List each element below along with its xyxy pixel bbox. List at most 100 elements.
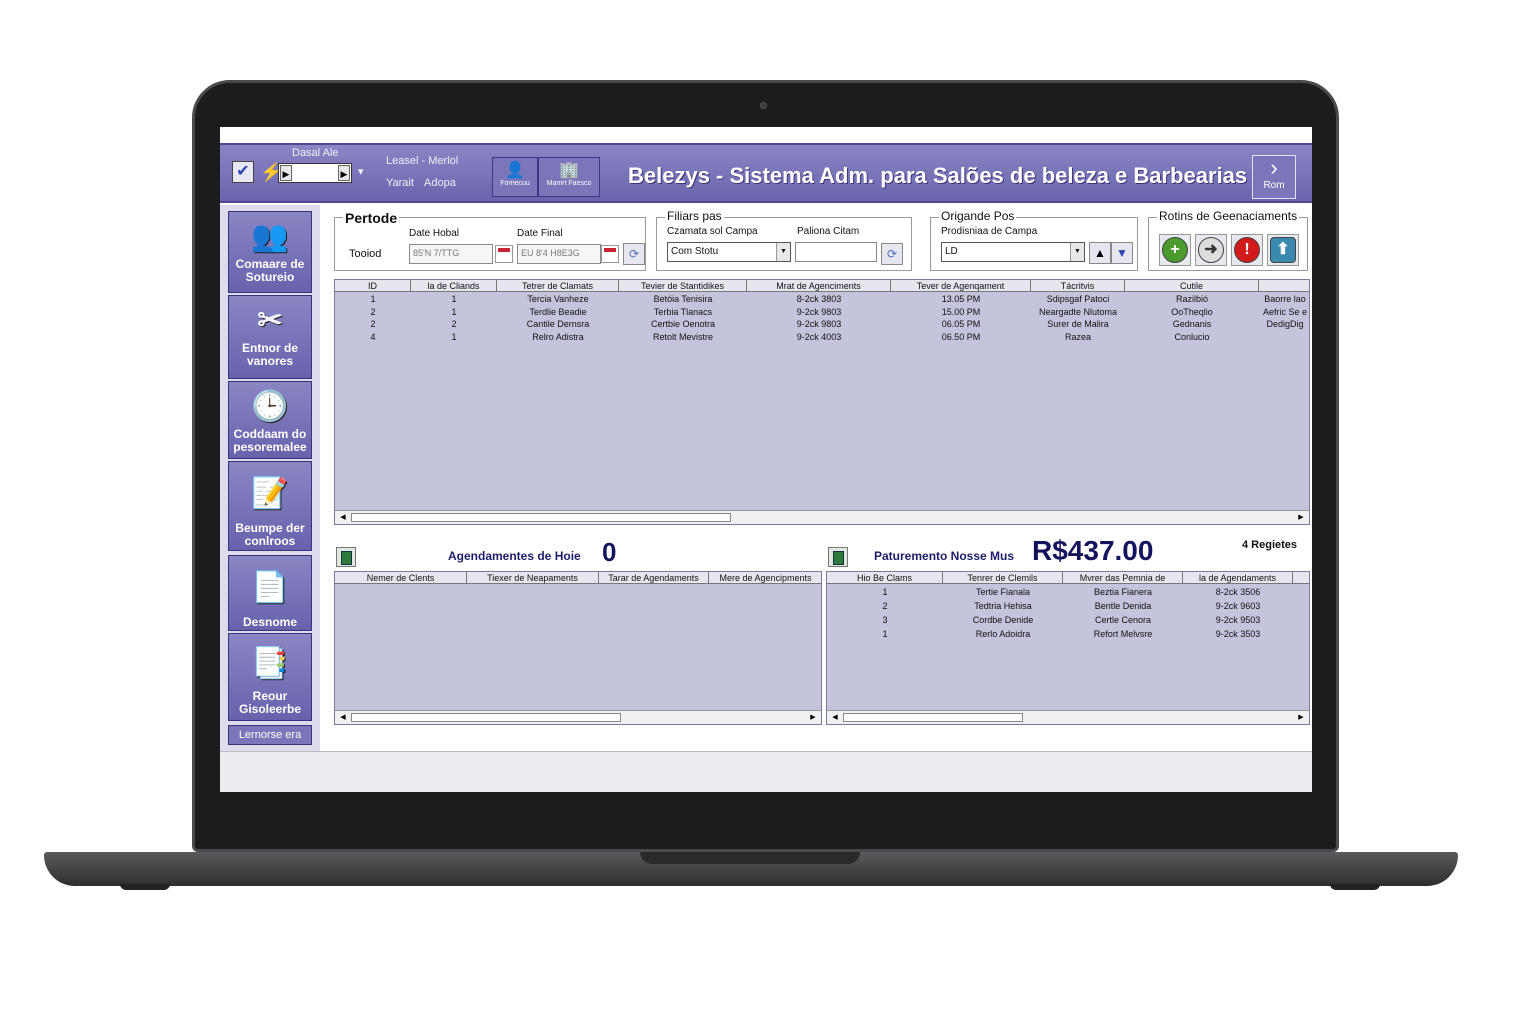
dropdown-dot-icon[interactable]: ▾ [358, 165, 364, 178]
column-header[interactable]: Tarar de Agendaments [599, 572, 709, 584]
table-cell: Sdipsgaf Patoci [1046, 294, 1110, 304]
delete-button[interactable]: ! [1231, 234, 1263, 266]
clock-document-icon: 🕒 [251, 390, 289, 423]
table-row[interactable]: 1 Tertie Fianala Beztia Fianera 8-2ck 3506 [827, 586, 1309, 598]
horizontal-scrollbar[interactable]: ◀ ▶ [335, 710, 821, 724]
table-row[interactable]: 3 Cordbe Denide Certle Cenora 9-2ck 9503 [827, 614, 1309, 626]
horizontal-scrollbar[interactable]: ◀ ▶ [827, 710, 1309, 724]
table-cell: 9-2ck 9503 [1215, 615, 1261, 625]
column-header[interactable]: Tever de Agenqament [891, 280, 1031, 292]
export-button[interactable]: ⬆ [1267, 234, 1299, 266]
header-button-2[interactable]: 🏢 Mamrt Faesco [538, 157, 600, 197]
table-cell: Razea [1064, 331, 1091, 342]
scroll-thumb[interactable] [843, 713, 1023, 722]
table-row[interactable]: 2 1 Terdlie Beadie Terbia Tlanacs 9-2ck 9803… [335, 306, 1309, 318]
column-header[interactable]: Tevier de Stantidikes [619, 280, 747, 292]
exit-button[interactable]: › Rom [1252, 155, 1296, 199]
scroll-left-icon[interactable]: ◀ [337, 512, 349, 523]
table-cell: DedigDig [1266, 319, 1304, 329]
add-button[interactable]: + [1159, 234, 1191, 266]
column-header[interactable]: Tiexer de Neapaments [467, 572, 599, 584]
sidebar-item-clientes[interactable]: 👥 Comaare de Sotureio [228, 211, 312, 293]
sidebar-footer[interactable]: Lernorse era [228, 725, 312, 745]
palavra-input[interactable] [795, 242, 877, 262]
column-header[interactable]: la de Agendaments [1183, 572, 1293, 584]
scroll-thumb[interactable] [351, 513, 731, 522]
table-header: Nemer de Clents Tiexer de Neapaments Tarar… [335, 572, 821, 584]
refresh-icon[interactable]: ⟳ [623, 243, 645, 265]
scroll-left-icon[interactable]: ◀ [829, 712, 841, 723]
column-header[interactable]: Mere de Agencipments [709, 572, 821, 584]
column-header[interactable]: Tenrer de Clemils [943, 572, 1063, 584]
table-header: ID la de Cliands Tetrer de Clamats Tevier d… [335, 280, 1309, 292]
ordenacao-label: Prodisniaa de Campa [941, 226, 1038, 237]
column-header[interactable]: Mrat de Agenciments [747, 280, 891, 292]
laptop-foot [1330, 884, 1380, 890]
table-cell: 9-2ck 4003 [796, 331, 842, 342]
table-row[interactable]: 2 2 Cantile Dernsra Certbie Oenotra 9-2ck 98… [335, 318, 1309, 330]
campo-select[interactable]: Com Stotu ▼ [667, 242, 791, 262]
table-cell: 8-2ck 3506 [1215, 587, 1261, 597]
search-icon[interactable]: ⟳ [881, 243, 903, 265]
column-header[interactable]: Cutile [1125, 280, 1259, 292]
table-header: Hio Be Clams Tenrer de Clemils Mvrer das P… [827, 572, 1309, 584]
scroll-thumb[interactable] [351, 713, 621, 722]
table-cell: Terdlie Beadie [529, 306, 587, 317]
scroll-right-icon[interactable]: ▶ [1295, 512, 1307, 523]
date-end-input[interactable]: EU 8'4 H8E3G [517, 244, 601, 264]
ordenacao-select[interactable]: LD ▼ [941, 242, 1085, 262]
table-row[interactable]: 1 Rerlo Adoidra Refort Melvsre 9-2ck 3503 [827, 628, 1309, 640]
building-icon: 🏢 [559, 162, 579, 179]
table-cell: Conlucio [1174, 331, 1210, 342]
column-header[interactable]: la de Cliands [411, 280, 497, 292]
sort-desc-icon[interactable]: ▼ [1111, 242, 1133, 264]
sidebar-item-controles[interactable]: 📝 Beumpe der conlroos [228, 461, 312, 551]
filtros-group: Filiars pas Czamata sol Campa Com Stotu … [656, 209, 912, 271]
app-window: ✔ ⚡ Dasal Ale ▶ ▶ ▾ Leasel - Merlol Yara… [220, 127, 1312, 792]
table-row[interactable]: 2 Tedtria Hehisa Bentle Denida 9-2ck 9603 [827, 600, 1309, 612]
record-count: 4 Regietes [1242, 539, 1298, 551]
header-button-1[interactable]: 👤 Fornecuu [492, 157, 538, 197]
sort-asc-icon[interactable]: ▲ [1089, 242, 1111, 264]
date-spinner[interactable]: ▶ ▶ [278, 163, 352, 183]
table-cell: Tedtria Hehisa [974, 601, 1032, 611]
table-row[interactable]: 4 1 Relro Adistra Retolt Mevistre 9-2ck 4003… [335, 331, 1309, 343]
calendar-icon[interactable] [601, 245, 619, 263]
horizontal-scrollbar[interactable]: ◀ ▶ [335, 510, 1309, 524]
spin-right-icon[interactable]: ▶ [338, 165, 350, 181]
column-header[interactable]: Nemer de Clents [335, 572, 467, 584]
table-cell: 1 [451, 331, 457, 342]
label-right: Adopa [424, 177, 456, 189]
spin-left-icon[interactable]: ▶ [280, 165, 292, 181]
column-header[interactable]: Hio Be Clams [827, 572, 943, 584]
excel-export-icon[interactable] [336, 547, 356, 567]
person-icon: 👤 [505, 162, 525, 179]
scroll-right-icon[interactable]: ▶ [807, 712, 819, 723]
sidebar-item-relatorios[interactable]: 📑 Reour Gisoleerbe [228, 633, 312, 721]
date-label: Dasal Ale [292, 147, 339, 159]
campo-select-value: Com Stotu [671, 246, 719, 257]
date-start-input[interactable]: 85'N 7/TTG [409, 244, 493, 264]
table-cell: Razilbió [1175, 294, 1208, 304]
scroll-left-icon[interactable]: ◀ [337, 712, 349, 723]
periodo-sub: Tooiod [349, 248, 382, 260]
column-header[interactable]: Tetrer de Clamats [497, 280, 619, 292]
sidebar-item-desnome[interactable]: 📄 Desnome [228, 555, 312, 631]
check-icon[interactable]: ✔ [232, 161, 254, 183]
sidebar-item-servicos[interactable]: ✂ Entnor de vanores [228, 295, 312, 379]
table-cell: 1 [370, 294, 376, 304]
column-header[interactable] [1259, 280, 1309, 292]
column-header[interactable]: ID [335, 280, 411, 292]
scroll-right-icon[interactable]: ▶ [1295, 712, 1307, 723]
chevron-down-icon[interactable]: ▼ [1070, 243, 1084, 261]
column-header[interactable]: Mvrer das Pemnia de [1063, 572, 1183, 584]
column-header[interactable]: Tácritvis [1031, 280, 1125, 292]
excel-export-icon[interactable] [828, 547, 848, 567]
calendar-icon[interactable] [495, 245, 513, 263]
sidebar-item-profissionais[interactable]: 🕒 Coddaam do pesoremalee [228, 381, 312, 459]
table-cell: 15.00 PM [941, 306, 981, 317]
chevron-down-icon[interactable]: ▼ [776, 243, 790, 261]
edit-button[interactable]: ➜ [1195, 234, 1227, 266]
table-row[interactable]: 1 1 Tercia Vanheze Betóia Tenisira 8-2ck 380… [335, 293, 1309, 305]
campo-label: Czamata sol Campa [667, 226, 758, 237]
